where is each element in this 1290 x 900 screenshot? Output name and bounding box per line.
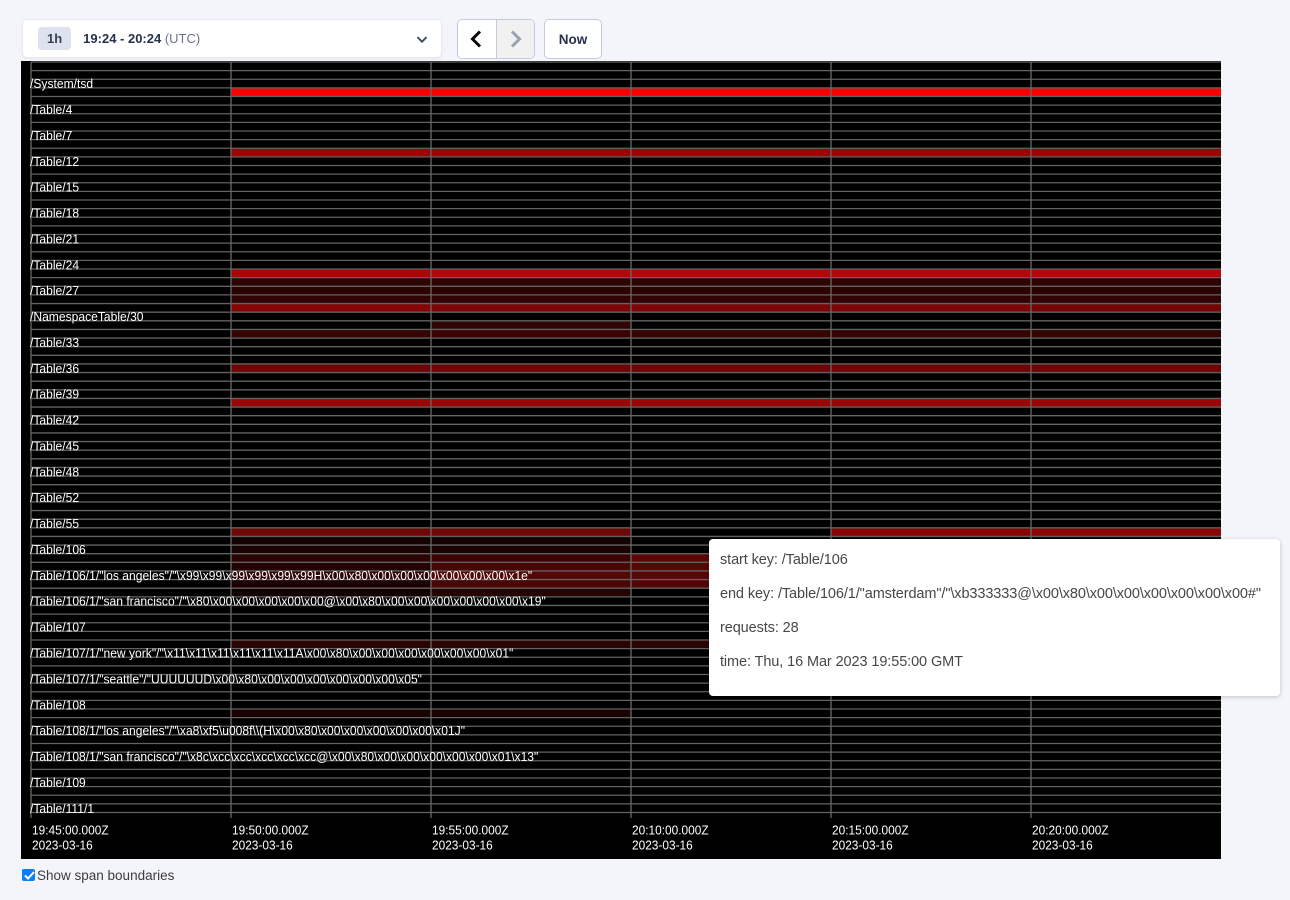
svg-text:/Table/24: /Table/24	[30, 258, 79, 272]
svg-text:/Table/45: /Table/45	[30, 439, 79, 453]
svg-text:/Table/21: /Table/21	[30, 232, 79, 246]
svg-text:2023-03-16: 2023-03-16	[232, 838, 293, 853]
svg-text:2023-03-16: 2023-03-16	[432, 838, 493, 853]
svg-text:/Table/106/1/"los angeles"/"\x: /Table/106/1/"los angeles"/"\x99\x99\x99…	[30, 568, 532, 582]
svg-text:19:50:00.000Z: 19:50:00.000Z	[232, 823, 309, 838]
svg-text:/Table/33: /Table/33	[30, 336, 79, 350]
svg-text:/Table/108/1/"los angeles"/"\x: /Table/108/1/"los angeles"/"\xa8\xf5\u00…	[30, 724, 465, 738]
svg-text:2023-03-16: 2023-03-16	[832, 838, 893, 853]
svg-text:/Table/107: /Table/107	[30, 620, 86, 634]
svg-text:2023-03-16: 2023-03-16	[632, 838, 693, 853]
svg-text:/Table/12: /Table/12	[30, 154, 79, 168]
svg-text:/Table/39: /Table/39	[30, 387, 79, 401]
svg-text:/Table/107/1/"new york"/"\x11\: /Table/107/1/"new york"/"\x11\x11\x11\x1…	[30, 646, 513, 660]
svg-text:/Table/15: /Table/15	[30, 180, 79, 194]
svg-text:20:15:00.000Z: 20:15:00.000Z	[832, 823, 909, 838]
svg-text:/Table/48: /Table/48	[30, 465, 79, 479]
svg-text:/Table/55: /Table/55	[30, 517, 79, 531]
svg-text:/Table/108: /Table/108	[30, 698, 86, 712]
svg-text:/Table/52: /Table/52	[30, 491, 79, 505]
svg-text:/Table/107/1/"seattle"/"UUUUUU: /Table/107/1/"seattle"/"UUUUUUD\x00\x80\…	[30, 672, 422, 686]
svg-text:19:55:00.000Z: 19:55:00.000Z	[432, 823, 509, 838]
svg-text:/Table/106: /Table/106	[30, 543, 86, 557]
svg-text:/NamespaceTable/30: /NamespaceTable/30	[30, 310, 144, 324]
svg-text:19:45:00.000Z: 19:45:00.000Z	[32, 823, 109, 838]
svg-text:2023-03-16: 2023-03-16	[1032, 838, 1093, 853]
svg-text:2023-03-16: 2023-03-16	[32, 838, 93, 853]
svg-text:/Table/27: /Table/27	[30, 284, 79, 298]
svg-text:/Table/109: /Table/109	[30, 776, 86, 790]
svg-text:/Table/111/1: /Table/111/1	[30, 801, 94, 815]
svg-text:/Table/18: /Table/18	[30, 206, 79, 220]
svg-text:/Table/106/1/"san francisco"/": /Table/106/1/"san francisco"/"\x80\x00\x…	[30, 594, 546, 608]
svg-text:/System/tsd: /System/tsd	[30, 77, 93, 91]
svg-text:20:10:00.000Z: 20:10:00.000Z	[632, 823, 709, 838]
svg-text:/Table/36: /Table/36	[30, 361, 79, 375]
svg-text:20:20:00.000Z: 20:20:00.000Z	[1032, 823, 1109, 838]
svg-text:/Table/108/1/"san francisco"/": /Table/108/1/"san francisco"/"\x8c\xcc\x…	[30, 750, 538, 764]
svg-text:/Table/4: /Table/4	[30, 103, 72, 117]
svg-text:/Table/7: /Table/7	[30, 129, 72, 143]
svg-text:/Table/42: /Table/42	[30, 413, 79, 427]
